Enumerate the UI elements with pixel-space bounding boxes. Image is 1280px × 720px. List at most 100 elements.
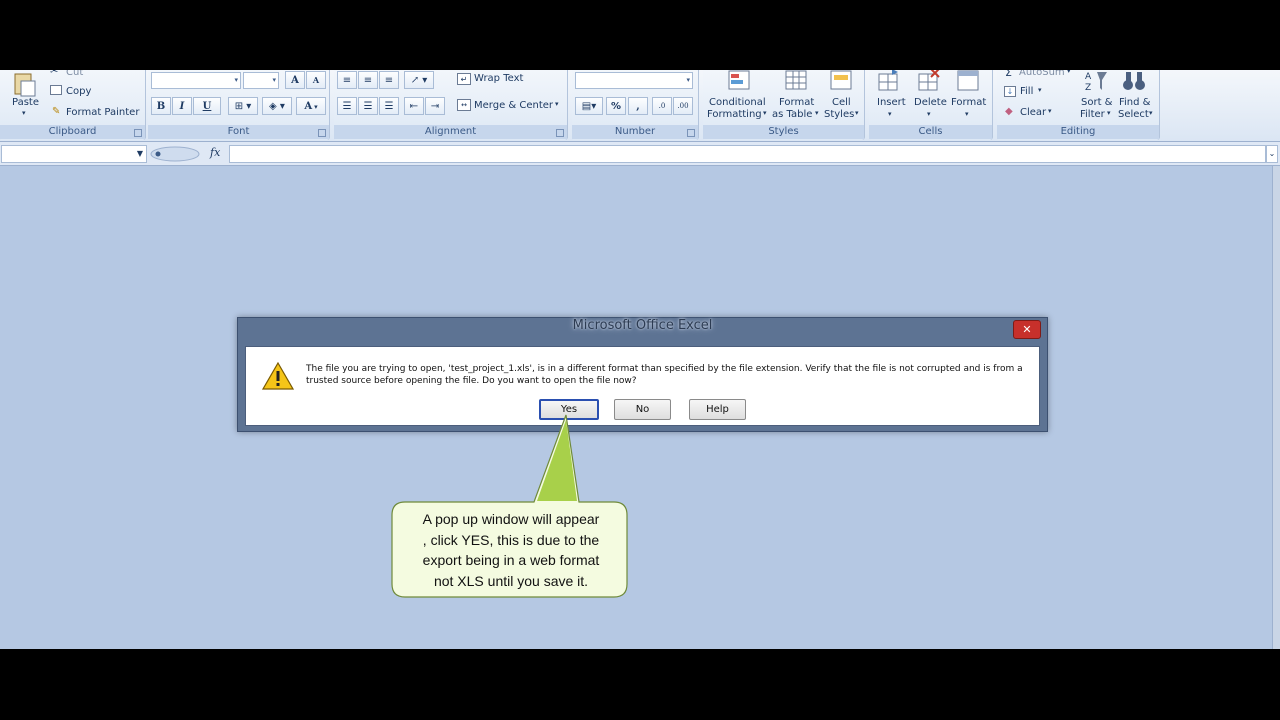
conditional-formatting-button[interactable]: Conditional — [709, 97, 766, 108]
merge-center-dropdown-icon[interactable]: ▾ — [555, 100, 559, 108]
help-button[interactable]: Help — [689, 399, 746, 420]
format-dropdown-icon[interactable]: ▾ — [965, 110, 969, 118]
fill-dropdown-icon[interactable]: ▾ — [1038, 86, 1042, 94]
format-button[interactable]: Format — [951, 97, 986, 108]
insert-function-button[interactable]: fx — [210, 146, 220, 159]
percent-icon: % — [610, 100, 622, 112]
font-size-combo[interactable]: ▾ — [243, 72, 279, 89]
decrease-decimal-icon: .00 — [677, 102, 689, 110]
underline-button[interactable]: U — [193, 97, 221, 115]
align-left-button[interactable]: ☰ — [337, 97, 357, 115]
increase-decimal-icon: .0 — [658, 102, 666, 110]
dialog-body: The file you are trying to open, 'test_p… — [245, 346, 1040, 426]
increase-indent-button[interactable]: ⇥ — [425, 97, 445, 115]
conditional-formatting-dropdown-icon[interactable]: ▾ — [763, 109, 767, 117]
insert-button[interactable]: Insert — [877, 97, 906, 108]
cell-styles-dropdown-icon[interactable]: ▾ — [855, 109, 859, 117]
format-as-table-button[interactable]: Format — [779, 97, 814, 108]
number-dialog-launcher[interactable] — [687, 129, 695, 137]
cell-styles-button[interactable]: Cell — [832, 97, 851, 108]
find-select-label-2: Select — [1118, 109, 1149, 120]
bottom-align-button[interactable]: ≡ — [379, 71, 399, 89]
paste-icon[interactable] — [12, 72, 38, 98]
wrap-text-button[interactable]: Wrap Text — [474, 73, 523, 84]
font-color-icon: A — [304, 100, 313, 112]
fill-color-button[interactable]: ◈ ▾ — [262, 97, 292, 115]
cut-button[interactable]: Cut — [66, 70, 83, 78]
fill-button[interactable]: Fill — [1020, 86, 1033, 97]
formula-bar: ▼ fx ⌄ — [0, 142, 1280, 166]
italic-icon: I — [179, 100, 185, 112]
clear-dropdown-icon[interactable]: ▾ — [1048, 107, 1052, 115]
clipboard-dialog-launcher[interactable] — [134, 129, 142, 137]
number-group-label: Number — [572, 125, 698, 139]
no-button[interactable]: No — [614, 399, 671, 420]
increase-decimal-button[interactable]: .0 — [652, 97, 672, 115]
callout-line-1: A pop up window will appear — [422, 511, 600, 527]
fill-bucket-icon: ◈ ▾ — [269, 100, 285, 112]
format-cells-icon — [957, 70, 979, 91]
find-select-button[interactable]: Find & — [1119, 97, 1150, 108]
italic-button[interactable]: I — [172, 97, 192, 115]
format-painter-button[interactable]: Format Painter — [66, 107, 139, 118]
formula-bar-grip-icon[interactable] — [150, 146, 200, 162]
align-right-button[interactable]: ☰ — [379, 97, 399, 115]
vertical-scrollbar-edge[interactable] — [1272, 166, 1280, 649]
font-name-combo[interactable]: ▾ — [151, 72, 241, 89]
accounting-format-button[interactable]: ▤▾ — [575, 97, 603, 115]
borders-button[interactable]: ⊞ ▾ — [228, 97, 258, 115]
underline-icon: U — [202, 100, 212, 112]
callout-line-2: , click YES, this is due to the — [422, 531, 600, 548]
decrease-indent-icon: ⇤ — [409, 100, 419, 112]
orientation-button[interactable]: ↗ ▾ — [404, 71, 434, 89]
comma-style-button[interactable]: , — [628, 97, 648, 115]
percent-style-button[interactable]: % — [606, 97, 626, 115]
decrease-decimal-button[interactable]: .00 — [673, 97, 693, 115]
yes-button[interactable]: Yes — [539, 399, 599, 420]
cell-styles-label-2: Styles — [824, 109, 855, 120]
merge-center-button[interactable]: Merge & Center — [474, 100, 553, 111]
formula-controls: fx — [150, 145, 228, 163]
sigma-icon: Σ — [1005, 70, 1012, 79]
name-box-dropdown-icon[interactable]: ▼ — [137, 149, 143, 158]
autosum-button[interactable]: AutoSum — [1019, 70, 1065, 78]
expand-formula-bar-icon[interactable]: ⌄ — [1266, 145, 1278, 163]
svg-text:A: A — [1085, 72, 1092, 82]
ribbon: Paste ▾ ✂ Cut Copy ✎ Format Painter Clip… — [0, 70, 1280, 142]
copy-button[interactable]: Copy — [66, 86, 91, 97]
insert-dropdown-icon[interactable]: ▾ — [888, 110, 892, 118]
editing-group: Σ AutoSum ▾ ↓ Fill ▾ ◆ Clear ▾ A Z Sort … — [997, 70, 1160, 140]
binoculars-icon — [1123, 72, 1145, 90]
sort-filter-button[interactable]: Sort & — [1081, 97, 1112, 108]
paste-dropdown-arrow[interactable]: ▾ — [22, 109, 26, 117]
excel-window: Paste ▾ ✂ Cut Copy ✎ Format Painter Clip… — [0, 70, 1280, 649]
decrease-indent-button[interactable]: ⇤ — [404, 97, 424, 115]
clear-button[interactable]: Clear — [1020, 107, 1046, 118]
bottom-align-icon: ≡ — [384, 74, 394, 86]
paste-button[interactable]: Paste — [12, 97, 39, 108]
styles-group: Conditional Formatting ▾ Format as Table… — [703, 70, 865, 140]
font-dialog-launcher[interactable] — [318, 129, 326, 137]
formula-input[interactable] — [229, 145, 1266, 163]
find-select-dropdown-icon[interactable]: ▾ — [1149, 109, 1153, 117]
middle-align-button[interactable]: ≡ — [358, 71, 378, 89]
font-color-button[interactable]: A ▾ — [296, 97, 326, 115]
grow-font-button[interactable]: A — [285, 71, 305, 89]
wrap-text-icon: ↵ — [457, 73, 471, 85]
alignment-dialog-launcher[interactable] — [556, 129, 564, 137]
dialog-close-button[interactable]: ✕ — [1013, 320, 1041, 339]
shrink-font-button[interactable]: A — [306, 71, 326, 89]
bold-button[interactable]: B — [151, 97, 171, 115]
warning-icon — [262, 362, 294, 390]
file-format-warning-dialog: Microsoft Office Excel ✕ The file you ar… — [237, 317, 1048, 432]
sort-filter-dropdown-icon[interactable]: ▾ — [1107, 109, 1111, 117]
format-as-table-dropdown-icon[interactable]: ▾ — [815, 109, 819, 117]
number-format-combo[interactable]: ▾ — [575, 72, 693, 89]
autosum-dropdown-icon[interactable]: ▾ — [1067, 70, 1071, 75]
name-box[interactable]: ▼ — [1, 145, 147, 163]
delete-button[interactable]: Delete — [914, 97, 947, 108]
top-align-button[interactable]: ≡ — [337, 71, 357, 89]
delete-dropdown-icon[interactable]: ▾ — [927, 110, 931, 118]
align-center-button[interactable]: ☰ — [358, 97, 378, 115]
cell-styles-icon — [830, 70, 852, 90]
